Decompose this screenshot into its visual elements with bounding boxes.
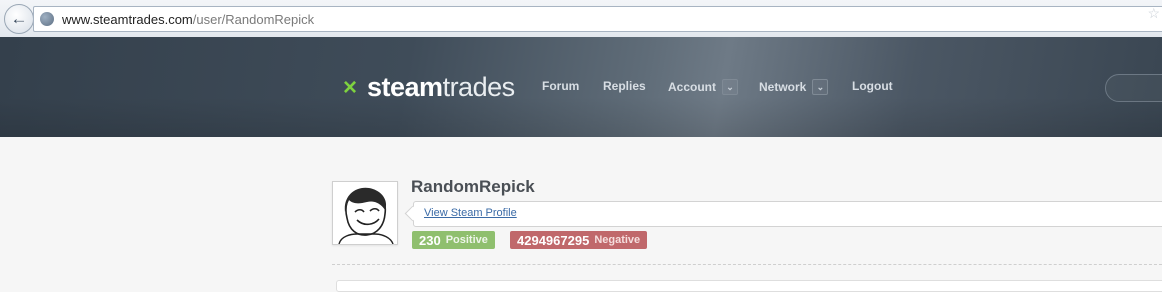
bookmark-star-icon[interactable]: ☆ bbox=[1147, 5, 1160, 22]
site-header: × steam trades Forum Replies Account ⌄ Ne… bbox=[0, 37, 1162, 137]
avatar bbox=[332, 181, 398, 245]
section-divider bbox=[332, 264, 1162, 265]
nav-logout[interactable]: Logout bbox=[852, 79, 893, 93]
chevron-down-icon[interactable]: ⌄ bbox=[722, 79, 738, 95]
content-card bbox=[336, 280, 1162, 292]
back-arrow-icon[interactable]: ← bbox=[4, 4, 34, 34]
negative-label: Negative bbox=[594, 234, 641, 246]
nav-replies[interactable]: Replies bbox=[603, 79, 646, 93]
logo-x-icon: × bbox=[343, 73, 358, 101]
browser-toolbar: ← www.steamtrades.com/user/RandomRepick … bbox=[0, 0, 1162, 38]
logo-text-trades: trades bbox=[442, 72, 516, 102]
url-text: www.steamtrades.com/user/RandomRepick bbox=[62, 11, 315, 27]
positive-feedback-badge[interactable]: 230 Positive bbox=[412, 231, 495, 249]
logo-text-steam: steam bbox=[367, 72, 443, 102]
negative-count: 4294967295 bbox=[517, 232, 590, 248]
globe-icon bbox=[40, 12, 54, 26]
nav-network[interactable]: Network ⌄ bbox=[759, 79, 829, 95]
nav-account-label: Account bbox=[668, 80, 716, 94]
profile-username: RandomRepick bbox=[411, 177, 535, 196]
nav-account[interactable]: Account ⌄ bbox=[668, 79, 738, 95]
negative-feedback-badge[interactable]: 4294967295 Negative bbox=[510, 231, 648, 249]
nav-network-label: Network bbox=[759, 80, 807, 94]
site-logo[interactable]: × steam trades bbox=[343, 72, 515, 103]
view-steam-profile-link[interactable]: View Steam Profile bbox=[424, 207, 517, 219]
search-input[interactable] bbox=[1105, 74, 1162, 102]
positive-label: Positive bbox=[445, 234, 488, 246]
chevron-down-icon[interactable]: ⌄ bbox=[812, 79, 829, 95]
avatar-face-icon bbox=[338, 187, 394, 245]
profile-links-box: View Steam Profile bbox=[413, 201, 1162, 227]
positive-count: 230 bbox=[419, 232, 441, 248]
nav-forum[interactable]: Forum bbox=[542, 79, 579, 93]
address-bar[interactable]: www.steamtrades.com/user/RandomRepick bbox=[33, 6, 1162, 32]
